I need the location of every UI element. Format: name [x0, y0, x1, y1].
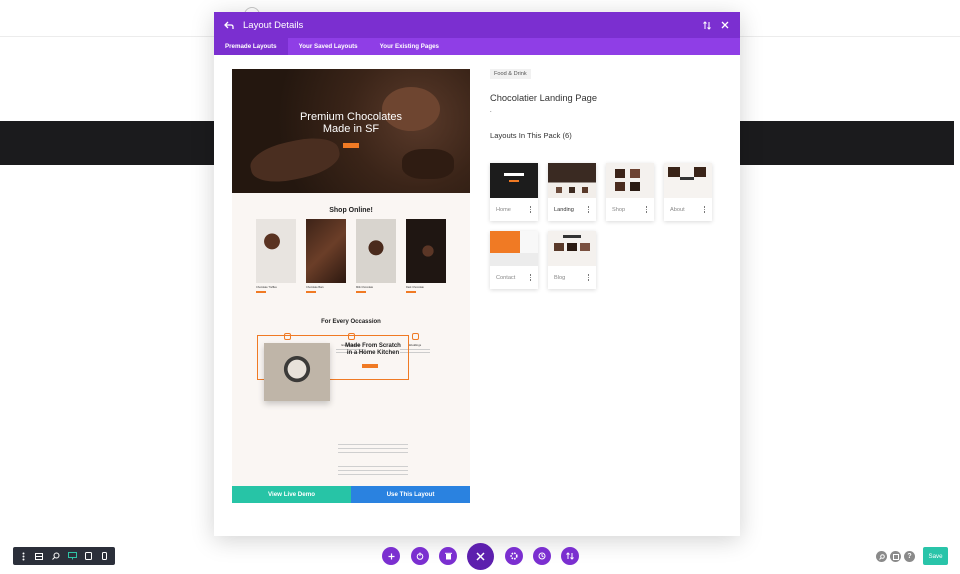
history-icon[interactable]	[533, 547, 551, 565]
layout-card-home[interactable]: Home	[490, 163, 538, 221]
layers-icon[interactable]	[890, 551, 901, 562]
back-arrow-icon[interactable]	[222, 18, 236, 32]
help-icon[interactable]: ?	[904, 551, 915, 562]
preview-product: Chocolate Bars	[306, 219, 346, 293]
layout-card-landing[interactable]: Landing	[548, 163, 596, 221]
preview-kitchen-button	[362, 364, 378, 368]
layout-card-label: Landing	[554, 206, 574, 213]
layout-card-label: Shop	[612, 206, 626, 213]
zoom-icon[interactable]	[50, 550, 62, 562]
layout-card-about[interactable]: About	[664, 163, 712, 221]
modal-title: Layout Details	[243, 19, 304, 31]
add-icon[interactable]	[382, 547, 400, 565]
wireframe-icon[interactable]	[33, 550, 45, 562]
preview-product: Chocolate Truffles	[256, 219, 296, 293]
preview-occasion-title: For Every Occassion	[321, 318, 381, 325]
pack-title: Layouts In This Pack (6)	[490, 131, 572, 140]
preview-product: Dark Chocolate	[406, 219, 446, 293]
tablet-icon[interactable]	[82, 550, 94, 562]
modal-header: Layout Details	[214, 12, 740, 38]
settings-icon[interactable]	[505, 547, 523, 565]
tab-premade-layouts[interactable]: Premade Layouts	[214, 38, 288, 55]
desktop-icon[interactable]	[66, 550, 78, 562]
preview-kitchen-title: Made From Scratch in a Home Kitchen	[345, 343, 401, 356]
more-vertical-icon[interactable]	[17, 550, 29, 562]
modal-tabs: Premade Layouts Your Saved Layouts Your …	[214, 38, 740, 55]
category-badge[interactable]: Food & Drink	[490, 69, 531, 79]
sort-arrows-icon[interactable]	[700, 18, 714, 32]
layout-card-label: Contact	[496, 274, 516, 281]
layout-description: .	[490, 108, 492, 114]
search-icon[interactable]	[876, 551, 887, 562]
preview-hero: Premium Chocolates Made in SF	[232, 69, 470, 193]
more-options-icon[interactable]	[703, 206, 706, 213]
preview-shop-title: Shop Online!	[329, 207, 373, 214]
layout-card-blog[interactable]: Blog	[548, 231, 596, 289]
preview-product: Milk Chocolate	[356, 219, 396, 293]
layout-card-contact[interactable]: Contact	[490, 231, 538, 289]
layout-name: Chocolatier Landing Page	[490, 93, 597, 103]
layout-preview[interactable]: Premium Chocolates Made in SF Shop Onlin…	[232, 69, 470, 486]
close-icon[interactable]	[718, 18, 732, 32]
layout-card-label: About	[670, 206, 685, 213]
more-options-icon[interactable]	[529, 206, 532, 213]
layout-card-shop[interactable]: Shop	[606, 163, 654, 221]
portability-icon[interactable]	[561, 547, 579, 565]
preview-hero-button	[343, 143, 359, 148]
layout-card-label: Home	[496, 206, 511, 213]
save-button[interactable]: Save	[923, 547, 948, 565]
phone-icon[interactable]	[99, 550, 111, 562]
use-this-layout-button[interactable]: Use This Layout	[351, 486, 470, 503]
preview-hero-title-2: Made in SF	[322, 123, 380, 135]
more-options-icon[interactable]	[645, 206, 648, 213]
more-options-icon[interactable]	[529, 274, 532, 281]
preview-kitchen-image	[264, 343, 330, 401]
pack-layouts-grid: Home Landing Shop About Contact Blog	[490, 163, 714, 289]
preview-actions: View Live Demo Use This Layout	[232, 486, 470, 503]
preview-hero-title-1: Premium Chocolates	[299, 111, 403, 123]
preview-products: Chocolate Truffles Chocolate Bars Milk C…	[232, 219, 470, 293]
close-builder-icon[interactable]	[467, 543, 494, 570]
view-live-demo-button[interactable]: View Live Demo	[232, 486, 351, 503]
trash-icon[interactable]	[439, 547, 457, 565]
tab-existing-pages[interactable]: Your Existing Pages	[369, 38, 450, 55]
layout-details-modal: Layout Details Premade Layouts Your Save…	[214, 12, 740, 536]
tab-saved-layouts[interactable]: Your Saved Layouts	[288, 38, 369, 55]
layout-card-label: Blog	[554, 274, 566, 281]
view-mode-toolbar	[13, 547, 115, 565]
more-options-icon[interactable]	[587, 274, 590, 281]
rings-icon	[411, 332, 419, 340]
power-icon[interactable]	[411, 547, 429, 565]
more-options-icon[interactable]	[587, 206, 590, 213]
